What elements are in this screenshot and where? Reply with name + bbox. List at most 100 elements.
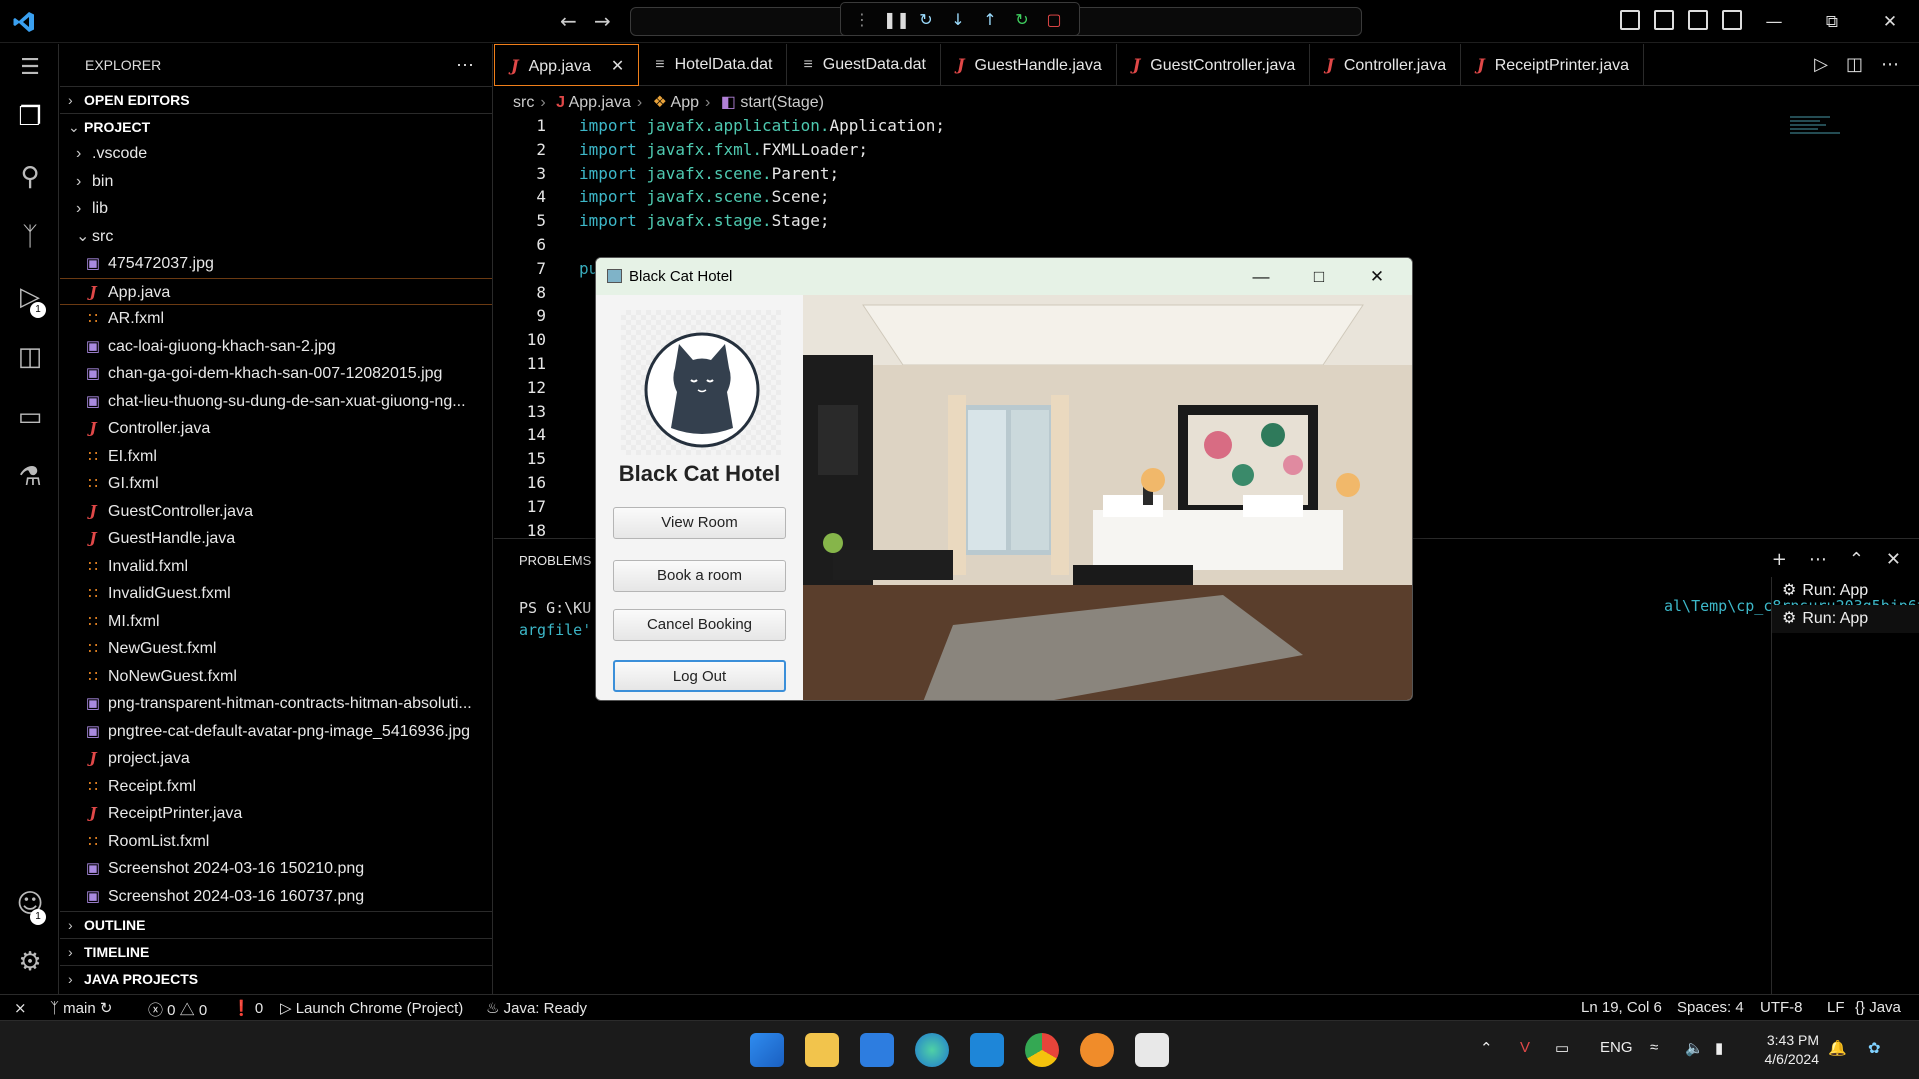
- file-item[interactable]: ∷ MI.fxml: [60, 608, 492, 636]
- volume-muted-icon[interactable]: 🔈: [1685, 1039, 1704, 1057]
- folder-item[interactable]: › bin: [60, 168, 492, 196]
- file-item[interactable]: ∷ EI.fxml: [60, 443, 492, 471]
- tab-receiptprinter-java[interactable]: J ReceiptPrinter.java: [1461, 44, 1644, 86]
- file-item[interactable]: ∷ NewGuest.fxml: [60, 635, 492, 663]
- breadcrumb-class[interactable]: App: [671, 94, 699, 111]
- launch-status[interactable]: ▷ Launch Chrome (Project): [280, 999, 463, 1017]
- file-item[interactable]: ∷ InvalidGuest.fxml: [60, 580, 492, 608]
- tab-app-java[interactable]: J App.java ✕: [494, 44, 640, 86]
- section-outline[interactable]: › OUTLINE: [60, 911, 493, 938]
- file-item[interactable]: ▣ Screenshot 2024-03-16 150210.png: [60, 855, 492, 883]
- end-of-line[interactable]: LF: [1827, 999, 1845, 1016]
- pause-icon[interactable]: ❚❚: [883, 10, 910, 29]
- log-out-button[interactable]: Log Out: [613, 660, 786, 692]
- close-icon[interactable]: ✕: [1861, 0, 1919, 43]
- forward-arrow-icon[interactable]: →: [594, 9, 611, 33]
- wifi-icon[interactable]: ≈: [1650, 1039, 1658, 1056]
- section-open-editors[interactable]: › OPEN EDITORS: [60, 86, 492, 113]
- tab-hoteldata-dat[interactable]: ≡ HotelData.dat: [639, 44, 788, 86]
- file-explorer-icon[interactable]: [805, 1033, 839, 1067]
- fx-maximize-icon[interactable]: □: [1290, 258, 1348, 295]
- problems-status[interactable]: ⓧ 0 △ 0: [148, 999, 207, 1020]
- file-item[interactable]: ▣ chan-ga-goi-dem-khach-san-007-12082015.…: [60, 360, 492, 388]
- file-item[interactable]: ▣ Screenshot 2024-03-16 160737.png: [60, 883, 492, 911]
- file-item[interactable]: ∷ AR.fxml: [60, 305, 492, 333]
- fx-minimize-icon[interactable]: —: [1232, 258, 1290, 295]
- toggle-sidebar-icon[interactable]: [1620, 10, 1640, 30]
- breadcrumb-file[interactable]: App.java: [569, 94, 631, 111]
- file-item[interactable]: J Controller.java: [60, 415, 492, 443]
- notification-icon[interactable]: 🔔: [1828, 1039, 1847, 1057]
- section-java-projects[interactable]: › JAVA PROJECTS: [60, 965, 493, 992]
- book-room-button[interactable]: Book a room: [613, 560, 786, 592]
- file-item[interactable]: ∷ GI.fxml: [60, 470, 492, 498]
- file-item[interactable]: ▣ 475472037.jpg: [60, 250, 492, 278]
- more-editor-actions-icon[interactable]: ⋯: [1881, 54, 1899, 75]
- step-into-icon[interactable]: ↓: [947, 10, 969, 29]
- file-item[interactable]: J GuestHandle.java: [60, 525, 492, 553]
- step-out-icon[interactable]: ↑: [979, 10, 1001, 29]
- indentation[interactable]: Spaces: 4: [1677, 999, 1744, 1016]
- file-item[interactable]: ▣ pngtree-cat-default-avatar-png-image_54…: [60, 718, 492, 746]
- split-editor-icon[interactable]: ◫: [1846, 54, 1863, 75]
- file-item[interactable]: J GuestController.java: [60, 498, 492, 526]
- ports-status[interactable]: ❗ 0: [232, 999, 263, 1017]
- new-terminal-icon[interactable]: +: [1772, 549, 1787, 570]
- encoding[interactable]: UTF-8: [1760, 999, 1803, 1016]
- extensions-icon[interactable]: ◫: [15, 342, 45, 372]
- start-windows-icon[interactable]: [750, 1033, 784, 1067]
- clock[interactable]: 3:43 PM 4/6/2024: [1765, 1031, 1820, 1069]
- chrome-icon[interactable]: [1025, 1033, 1059, 1067]
- testing-icon[interactable]: ⚗: [15, 462, 45, 492]
- drag-handle-icon[interactable]: ⋮: [851, 10, 873, 29]
- section-timeline[interactable]: › TIMELINE: [60, 938, 493, 965]
- close-panel-icon[interactable]: ✕: [1886, 549, 1901, 570]
- toggle-panel-icon[interactable]: [1654, 10, 1674, 30]
- breadcrumb-src[interactable]: src: [513, 94, 534, 111]
- step-over-icon[interactable]: ↻: [915, 10, 937, 29]
- java-status[interactable]: ♨ Java: Ready: [486, 999, 587, 1017]
- show-hidden-icons[interactable]: ⌃: [1480, 1039, 1493, 1057]
- customize-layout-icon[interactable]: [1722, 10, 1742, 30]
- orange-app-icon[interactable]: [1080, 1033, 1114, 1067]
- tray-app-icon[interactable]: V: [1520, 1039, 1530, 1056]
- search-icon[interactable]: ⚲: [15, 162, 45, 192]
- file-item[interactable]: ▣ cac-loai-giuong-khach-san-2.jpg: [60, 333, 492, 361]
- branch-status[interactable]: ᛉ main ↻: [50, 999, 112, 1017]
- minimize-icon[interactable]: —: [1745, 0, 1803, 43]
- language-mode[interactable]: {} Java: [1855, 999, 1901, 1016]
- run-icon[interactable]: ▷: [1814, 54, 1828, 75]
- breadcrumb-method[interactable]: start(Stage): [740, 94, 824, 111]
- file-item[interactable]: ∷ NoNewGuest.fxml: [60, 663, 492, 691]
- minimap[interactable]: [1790, 114, 1870, 154]
- back-arrow-icon[interactable]: ←: [560, 9, 577, 33]
- sync-icon[interactable]: ↻: [100, 1000, 113, 1017]
- edge-icon[interactable]: [915, 1033, 949, 1067]
- java-app-icon[interactable]: [1135, 1033, 1169, 1067]
- tab-problems[interactable]: PROBLEMS: [519, 553, 591, 568]
- explorer-icon[interactable]: ❐: [15, 102, 45, 132]
- folder-item[interactable]: › lib: [60, 195, 492, 223]
- file-item[interactable]: ∷ Invalid.fxml: [60, 553, 492, 581]
- battery-icon[interactable]: ▮: [1715, 1039, 1723, 1057]
- terminal-run-app-2[interactable]: ⚙ Run: App: [1772, 605, 1919, 633]
- file-item[interactable]: ▣ chat-lieu-thuong-su-dung-de-san-xuat-gi…: [60, 388, 492, 416]
- file-item[interactable]: ∷ RoomList.fxml: [60, 828, 492, 856]
- file-item[interactable]: ▣ png-transparent-hitman-contracts-hitman…: [60, 690, 492, 718]
- maximize-panel-icon[interactable]: ⌃: [1849, 549, 1864, 570]
- tab-controller-java[interactable]: J Controller.java: [1310, 44, 1462, 86]
- restore-icon[interactable]: ⧉: [1803, 0, 1861, 43]
- toggle-secondary-sidebar-icon[interactable]: [1688, 10, 1708, 30]
- copilot-icon[interactable]: ✿: [1868, 1039, 1881, 1057]
- file-item[interactable]: Jproject.java: [60, 745, 492, 773]
- cursor-position[interactable]: Ln 19, Col 6: [1581, 999, 1662, 1016]
- menu-icon[interactable]: ☰: [15, 53, 45, 83]
- tab-guesthandle-java[interactable]: J GuestHandle.java: [941, 44, 1117, 86]
- input-language[interactable]: ENG: [1600, 1039, 1633, 1056]
- tab-guestdata-dat[interactable]: ≡ GuestData.dat: [787, 44, 941, 86]
- remote-explorer-icon[interactable]: ▭: [15, 402, 45, 432]
- folder-item[interactable]: › .vscode: [60, 140, 492, 168]
- folder-src[interactable]: ⌄ src: [60, 223, 492, 251]
- fx-title-bar[interactable]: Black Cat Hotel — □ ✕: [596, 258, 1412, 295]
- close-tab-icon[interactable]: ✕: [611, 58, 624, 75]
